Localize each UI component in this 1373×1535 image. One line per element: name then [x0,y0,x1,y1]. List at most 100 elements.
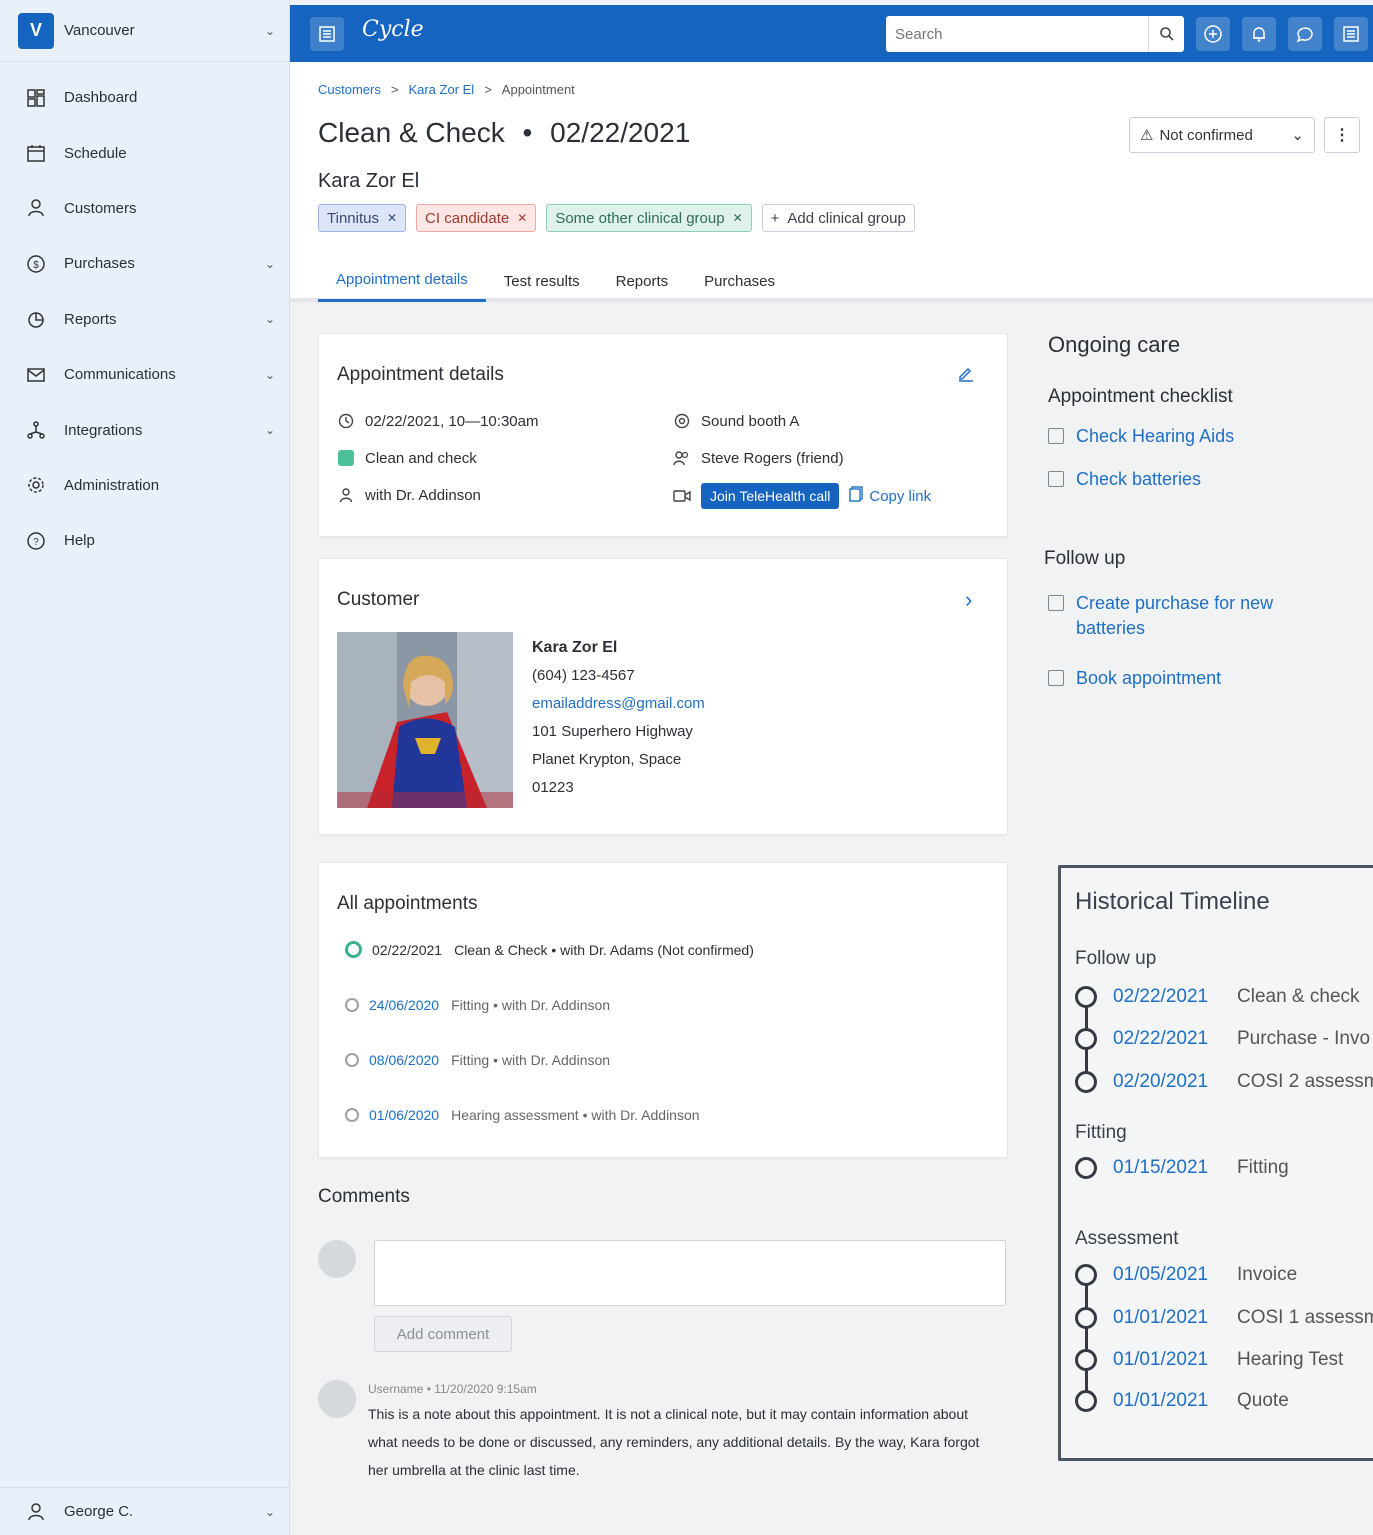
notifications-button[interactable] [1242,17,1276,51]
close-icon[interactable]: ✕ [387,211,397,225]
checklist-label[interactable]: Check Hearing Aids [1076,424,1234,449]
appointment-date[interactable]: 01/06/2020 [369,1107,439,1123]
sidebar-nav: Dashboard Schedule Customers $ Purchases… [0,70,290,569]
join-telehealth-button[interactable]: Join TeleHealth call [701,483,840,509]
sidebar-item-reports[interactable]: Reports ⌄ [0,292,290,347]
tab-appointment-details[interactable]: Appointment details [318,260,486,302]
messages-button[interactable] [1288,17,1322,51]
breadcrumb-customers[interactable]: Customers [318,82,381,97]
customer-phone: (604) 123-4567 [532,667,635,684]
provider-value: with Dr. Addinson [365,486,481,504]
status-dropdown[interactable]: ⚠ Not confirmed ⌄ [1129,117,1315,153]
follow-up-title: Follow up [1044,548,1126,569]
sidebar-item-purchases[interactable]: $ Purchases ⌄ [0,236,290,291]
timeline-date[interactable]: 02/22/2021 [1113,1028,1237,1050]
timeline-item[interactable]: 02/20/2021 COSI 2 assessm [1075,1071,1373,1093]
checklist-label[interactable]: Check batteries [1076,467,1201,492]
checklist-item[interactable]: Check Hearing Aids [1048,424,1234,449]
add-comment-button[interactable]: Add comment [374,1316,512,1352]
comments-title: Comments [318,1186,410,1207]
copy-link-button[interactable]: Copy link [849,486,931,506]
clinical-tag[interactable]: Some other clinical group ✕ [546,204,752,232]
breadcrumb-customer[interactable]: Kara Zor El [408,82,474,97]
timeline-item[interactable]: 02/22/2021 Clean & check [1075,986,1360,1008]
chevron-down-icon: ⌄ [264,23,276,38]
location-icon [673,412,691,430]
timeline-item[interactable]: 02/22/2021 Purchase - Invo [1075,1028,1370,1050]
timeline-date[interactable]: 01/15/2021 [1113,1157,1237,1179]
breadcrumb-separator: > [390,82,399,97]
sidebar-item-communications[interactable]: Communications ⌄ [0,347,290,402]
apps-button[interactable] [1334,17,1368,51]
checklist-item[interactable]: Check batteries [1048,467,1201,492]
tab-purchases[interactable]: Purchases [686,260,793,302]
tag-label: Some other clinical group [555,209,725,227]
close-icon[interactable]: ✕ [733,211,743,225]
timeline-item[interactable]: 01/01/2021 Hearing Test [1075,1349,1343,1371]
chat-bubble-icon [1296,27,1313,43]
sidebar-item-customers[interactable]: Customers [0,181,290,236]
search-input[interactable] [886,17,1148,51]
integrations-icon [24,418,48,442]
timeline-item[interactable]: 01/05/2021 Invoice [1075,1264,1297,1286]
chevron-right-icon[interactable]: › [965,587,972,613]
checkbox[interactable] [1048,471,1064,487]
app-logo[interactable]: Cycle [362,17,424,42]
appointment-telehealth: Join TeleHealth call Copy link [673,483,931,509]
timeline-date[interactable]: 02/20/2021 [1113,1071,1237,1093]
search-button[interactable] [1148,16,1184,52]
tag-label: CI candidate [425,209,510,227]
appointment-date[interactable]: 24/06/2020 [369,997,439,1013]
timeline-date[interactable]: 01/01/2021 [1113,1349,1237,1371]
user-menu[interactable]: George C. ⌄ [0,1487,290,1535]
timeline-label: Quote [1237,1390,1289,1411]
add-clinical-group-button[interactable]: + Add clinical group [761,204,915,232]
timeline-label: Purchase - Invo [1237,1028,1371,1049]
followup-label[interactable]: Create purchase for new batteries [1076,591,1308,641]
companion-value: Steve Rogers (friend) [701,449,844,467]
sidebar-item-schedule[interactable]: Schedule [0,125,290,180]
appointment-list-item[interactable]: 01/06/2020 Hearing assessment • with Dr.… [345,1107,700,1123]
timeline-date[interactable]: 01/01/2021 [1113,1307,1237,1329]
timeline-date[interactable]: 01/05/2021 [1113,1264,1237,1286]
comment-input[interactable] [374,1240,1006,1306]
timeline-item[interactable]: 01/15/2021 Fitting [1075,1157,1289,1179]
appointment-list-item[interactable]: 08/06/2020 Fitting • with Dr. Addinson [345,1052,610,1068]
edit-icon[interactable] [957,364,975,387]
appointment-list-item[interactable]: 02/22/2021 Clean & Check • with Dr. Adam… [345,941,754,958]
checkbox[interactable] [1048,595,1064,611]
tab-reports[interactable]: Reports [598,260,687,302]
followup-item[interactable]: Create purchase for new batteries [1048,591,1308,641]
appointment-date[interactable]: 08/06/2020 [369,1052,439,1068]
add-button[interactable] [1196,17,1230,51]
location-switcher[interactable]: V Vancouver ⌄ [0,0,290,62]
dashboard-icon [24,86,48,110]
card-title: All appointments [337,893,478,914]
appointment-details-card: Appointment details 02/22/2021, 10—10:30… [318,333,1008,537]
sidebar-item-administration[interactable]: Administration [0,458,290,513]
customer-email[interactable]: emailaddress@gmail.com [532,695,705,712]
menu-toggle-button[interactable] [310,17,344,51]
appointment-list-item[interactable]: 24/06/2020 Fitting • with Dr. Addinson [345,997,610,1013]
sidebar-item-help[interactable]: ? Help [0,513,290,568]
more-options-button[interactable]: ⋮ [1324,117,1360,153]
avatar [318,1240,356,1278]
checkbox[interactable] [1048,670,1064,686]
timeline-label: COSI 1 assessm [1237,1307,1373,1328]
timeline-date[interactable]: 02/22/2021 [1113,986,1237,1008]
tab-test-results[interactable]: Test results [486,260,598,302]
clinical-group-tags: Tinnitus ✕ CI candidate ✕ Some other cli… [318,204,915,232]
timeline-item[interactable]: 01/01/2021 COSI 1 assessm [1075,1307,1373,1329]
clock-icon [337,412,355,430]
close-icon[interactable]: ✕ [517,211,527,225]
clinical-tag[interactable]: Tinnitus ✕ [318,204,407,232]
checkbox[interactable] [1048,428,1064,444]
followup-label[interactable]: Book appointment [1076,666,1221,691]
timeline-group-title: Assessment [1075,1228,1179,1249]
sidebar-item-integrations[interactable]: Integrations ⌄ [0,402,290,457]
followup-item[interactable]: Book appointment [1048,666,1221,691]
clinical-tag[interactable]: CI candidate ✕ [416,204,537,232]
timeline-item[interactable]: 01/01/2021 Quote [1075,1390,1289,1412]
timeline-date[interactable]: 01/01/2021 [1113,1390,1237,1412]
sidebar-item-dashboard[interactable]: Dashboard [0,70,290,125]
